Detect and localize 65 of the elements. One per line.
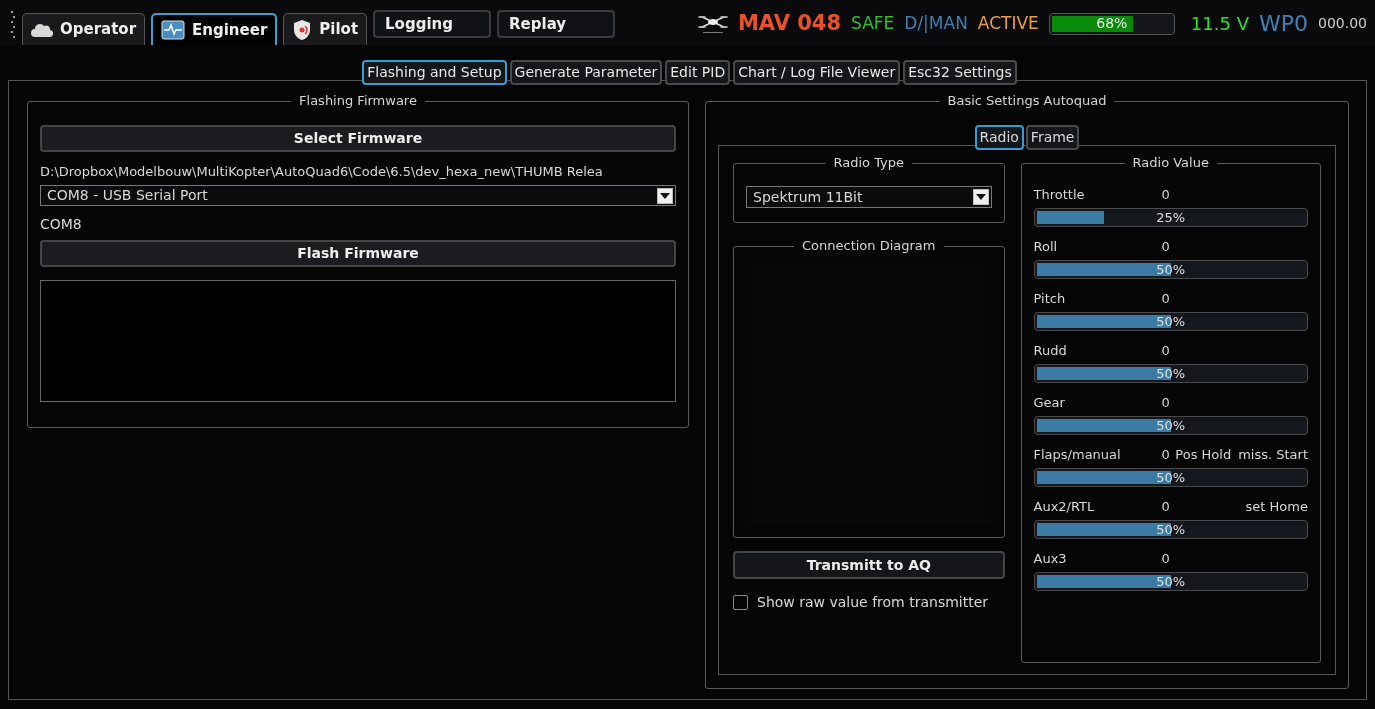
transmit-button[interactable]: Transmitt to AQ: [733, 551, 1005, 579]
settings-tab[interactable]: Radio: [974, 125, 1024, 150]
status-label: ACTIVE: [977, 11, 1039, 35]
progress-reading: 50%: [1155, 313, 1187, 330]
waypoint-label: WP0: [1258, 10, 1308, 38]
port-dropdown[interactable]: COM8 - USB Serial Port: [40, 185, 676, 206]
channel-name: Rudd: [1033, 342, 1068, 361]
channel-note: set Home: [1245, 498, 1308, 517]
mode-tab[interactable]: Pilot: [283, 13, 368, 45]
progress-reading: 25%: [1155, 209, 1187, 226]
channel-name: Aux2/RTL: [1033, 498, 1096, 517]
channel-name: Gear: [1033, 394, 1066, 413]
channel-value: 0: [1161, 498, 1170, 517]
radio-type-dropdown[interactable]: Spektrum 11Bit: [746, 186, 992, 208]
section-tab[interactable]: Chart / Log File Viewer: [733, 60, 901, 85]
section-tab[interactable]: Generate Parameter: [509, 60, 663, 85]
progress-reading: 50%: [1155, 469, 1187, 486]
status-label: MAV 048: [737, 9, 842, 37]
channel-value: 0: [1161, 446, 1170, 465]
raw-value-checkbox[interactable]: [733, 595, 748, 610]
channel-value: 0: [1161, 290, 1170, 309]
channel-value: 0: [1161, 394, 1170, 413]
mode-tab[interactable]: Operator: [22, 13, 146, 45]
voltage-label: 11.5 V: [1190, 12, 1249, 36]
group-title: Connection Diagram: [794, 238, 944, 254]
mode-button[interactable]: Logging: [373, 10, 492, 38]
settings-tab[interactable]: Frame: [1025, 125, 1080, 150]
flash-firmware-button[interactable]: Flash Firmware: [40, 240, 676, 267]
progress-reading: 50%: [1155, 417, 1187, 434]
grip-icon: [10, 9, 16, 39]
channel-value: 0: [1161, 342, 1170, 361]
channel-value: 0: [1161, 238, 1170, 257]
port-label: COM8: [40, 216, 83, 232]
channel-note: miss. Start: [1238, 446, 1308, 465]
channel-name: Aux3: [1033, 550, 1068, 569]
channel-value: 0: [1161, 186, 1170, 205]
progress-reading: 50%: [1155, 521, 1187, 538]
group-title: Basic Settings Autoquad: [939, 93, 1115, 109]
channel-value: 0: [1161, 550, 1170, 569]
checkbox-label: Show raw value from transmitter: [757, 593, 989, 612]
heartbeat-monitor-icon: [161, 20, 186, 40]
group-title: Radio Type: [825, 155, 912, 171]
status-label: D/|MAN: [904, 11, 968, 35]
select-firmware-button[interactable]: Select Firmware: [40, 125, 676, 152]
channel-name: Pitch: [1033, 290, 1067, 309]
channel-name: Throttle: [1033, 186, 1086, 205]
shield-icon: [292, 18, 313, 41]
progress-reading: 50%: [1155, 261, 1187, 278]
progress-reading: 50%: [1155, 365, 1187, 382]
section-tab[interactable]: Flashing and Setup: [362, 60, 507, 85]
mode-tab[interactable]: Engineer: [151, 13, 278, 45]
distance-label: 000.00: [1318, 14, 1367, 33]
dropdown-caret-icon: [657, 187, 673, 204]
mode-button[interactable]: Replay: [497, 10, 616, 38]
progress-reading: 50%: [1155, 573, 1187, 590]
dropdown-caret-icon: [972, 189, 989, 205]
section-tab[interactable]: Edit PID: [665, 60, 731, 85]
firmware-path: D:\Dropbox\Modelbouw\MultiKopter\AutoQuad6\Code\6.5\dev_hexa_new\THUMB Relea: [40, 164, 604, 180]
channel-note: Pos Hold: [1175, 446, 1232, 465]
channel-name: Roll: [1033, 238, 1059, 257]
channel-name: Flaps/manual: [1033, 446, 1122, 465]
status-label: SAFE: [851, 11, 895, 35]
battery-reading: 68%: [1095, 14, 1129, 33]
section-tab[interactable]: Esc32 Settings: [903, 60, 1017, 85]
group-title: Flashing Firmware: [291, 93, 425, 109]
